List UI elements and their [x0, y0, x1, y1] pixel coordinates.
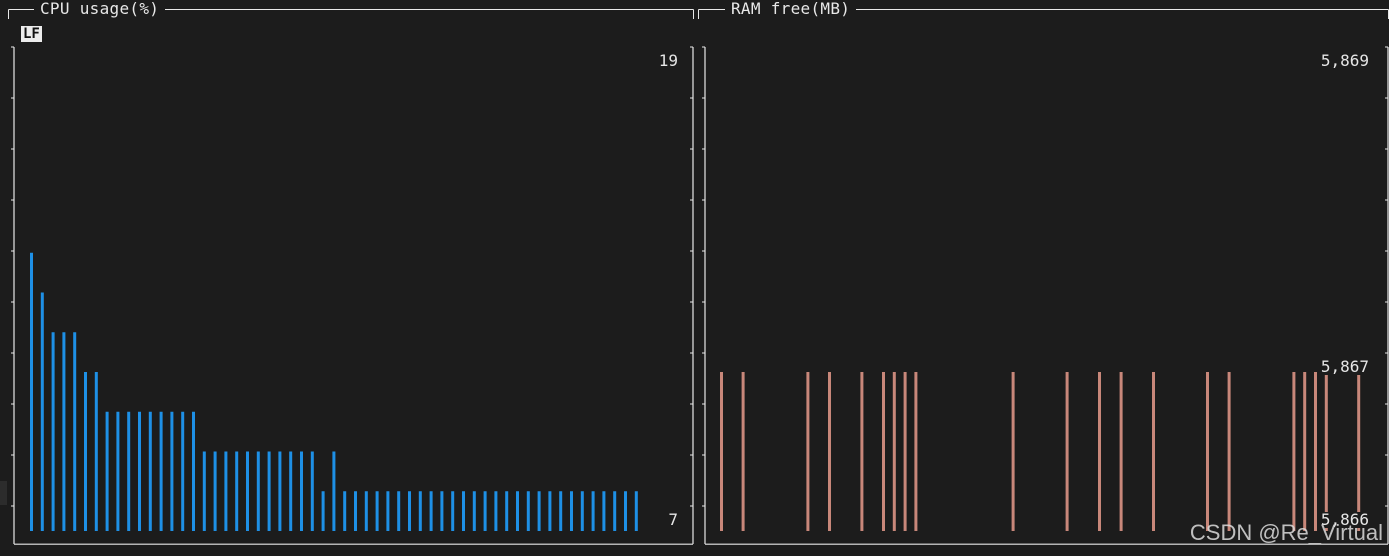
ram-y-max-label: 5,869: [1318, 51, 1371, 70]
watermark-text: CSDN @Re_Virtual: [1189, 520, 1383, 545]
ram-bar: [1152, 372, 1155, 531]
cpu-bar: [73, 332, 77, 531]
cpu-bar: [51, 332, 55, 531]
cpu-bar: [116, 411, 120, 531]
ram-bar: [1357, 372, 1361, 531]
cpu-usage-chart: CPU usage(%) 19 7: [8, 1, 694, 545]
cpu-bar: [202, 451, 206, 531]
ram-bar: [806, 372, 810, 531]
cpu-bar: [246, 451, 249, 531]
cpu-bar: [634, 491, 638, 531]
cpu-bar: [570, 491, 573, 531]
cpu-bar: [235, 451, 239, 531]
ram-bar: [892, 372, 896, 531]
cpu-bar: [105, 411, 109, 531]
cpu-bar: [159, 411, 163, 531]
cpu-bar: [138, 411, 141, 531]
ram-bar: [914, 372, 918, 531]
ram-bar: [860, 372, 864, 531]
cpu-bar: [386, 491, 390, 531]
ram-free-chart: RAM free(MB) 5,869 5,867 5,866: [698, 1, 1389, 545]
cpu-bar: [127, 411, 131, 531]
cpu-bar: [375, 491, 379, 531]
cpu-bar: [440, 491, 444, 531]
cpu-y-min-label: 7: [666, 510, 680, 529]
cpu-bar: [30, 252, 33, 531]
cpu-bar: [256, 451, 260, 531]
cpu-bar: [84, 372, 87, 531]
ram-bar: [720, 372, 723, 531]
cpu-usage-plot: [8, 9, 694, 545]
ram-bar: [1292, 372, 1296, 531]
ram-bar: [1227, 372, 1231, 531]
cpu-bar: [170, 411, 174, 531]
cpu-bar: [192, 411, 195, 531]
cpu-bar: [408, 491, 411, 531]
cpu-bar: [602, 491, 606, 531]
cpu-bar: [418, 491, 422, 531]
cpu-bar: [332, 451, 336, 531]
cpu-bar: [300, 451, 303, 531]
cpu-bar: [472, 491, 476, 531]
ram-bar: [1324, 372, 1328, 531]
cpu-bar: [40, 292, 44, 531]
ram-free-plot: [698, 9, 1389, 545]
cpu-bar: [343, 491, 347, 531]
cpu-bar: [354, 491, 357, 531]
cpu-bar: [278, 451, 282, 531]
cpu-bar: [364, 491, 368, 531]
cpu-bar: [310, 451, 314, 531]
cpu-bar: [267, 451, 271, 531]
ram-bar: [1303, 372, 1307, 531]
cpu-bar: [321, 491, 325, 531]
cpu-bar: [526, 491, 530, 531]
ram-bar: [903, 372, 907, 531]
cpu-bar: [289, 451, 293, 531]
cpu-bar: [462, 491, 465, 531]
cpu-bar: [624, 491, 627, 531]
cpu-bar: [94, 372, 98, 531]
cpu-bar: [516, 491, 519, 531]
cpu-bar: [213, 451, 217, 531]
ram-chart-title: RAM free(MB): [725, 1, 857, 17]
cpu-bar: [580, 491, 584, 531]
cpu-bar: [613, 491, 617, 531]
ram-bar: [741, 372, 745, 531]
cpu-bar: [537, 491, 541, 531]
cpu-bar: [181, 411, 185, 531]
cpu-bar: [548, 491, 552, 531]
cpu-y-max-label: 19: [656, 51, 680, 70]
ram-bar: [1314, 372, 1317, 531]
cpu-bar: [483, 491, 487, 531]
lf-badge: LF: [21, 26, 42, 42]
cpu-chart-title: CPU usage(%): [34, 1, 166, 17]
cpu-bar: [148, 411, 152, 531]
ram-bar: [1098, 372, 1101, 531]
cpu-bar: [224, 451, 228, 531]
ram-bar: [1119, 372, 1123, 531]
cpu-bar: [451, 491, 455, 531]
cpu-bar: [429, 491, 433, 531]
cpu-bar: [494, 491, 498, 531]
cpu-bar: [559, 491, 563, 531]
ram-bar: [1065, 372, 1069, 531]
cpu-bar: [397, 491, 401, 531]
cpu-bar: [591, 491, 595, 531]
scroll-grip[interactable]: [0, 481, 7, 505]
cpu-bar: [505, 491, 509, 531]
cpu-bar: [62, 332, 66, 531]
ram-bar: [828, 372, 831, 531]
ram-bar: [1206, 372, 1209, 531]
ram-bar: [882, 372, 885, 531]
ram-bar: [1011, 372, 1015, 531]
ram-y-mid-label: 5,867: [1318, 357, 1371, 376]
